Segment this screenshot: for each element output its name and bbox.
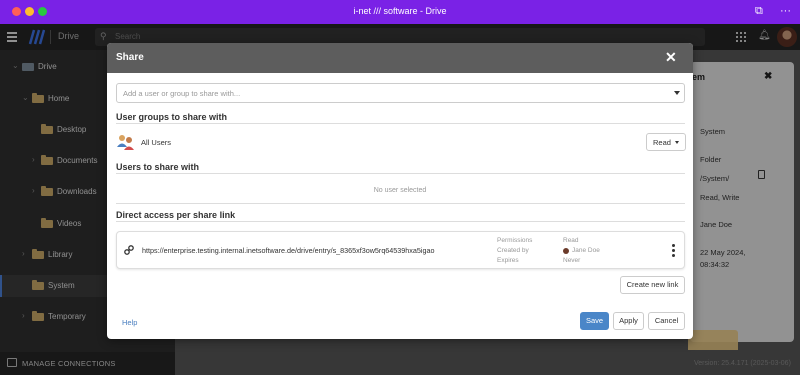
apply-button[interactable]: Apply bbox=[613, 312, 644, 330]
save-button[interactable]: Save bbox=[580, 312, 609, 330]
more-icon[interactable]: ··· bbox=[780, 5, 791, 17]
direct-access-heading: Direct access per share link bbox=[116, 210, 236, 220]
created-by-value: Jane Doe bbox=[572, 247, 600, 254]
group-name: All Users bbox=[141, 138, 172, 147]
window-titlebar: i-net /// software - Drive ⧉ ··· bbox=[0, 0, 800, 24]
share-link-card: https://enterprise.testing.internal.inet… bbox=[116, 231, 685, 269]
owner-avatar bbox=[563, 248, 569, 254]
chevron-down-icon[interactable] bbox=[674, 91, 680, 95]
create-new-link-button[interactable]: Create new link bbox=[620, 276, 685, 294]
section-divider bbox=[116, 221, 685, 222]
user-group-icon bbox=[117, 135, 134, 150]
share-with-placeholder: Add a user or group to share with... bbox=[123, 89, 241, 98]
share-dialog: Share ✕ Add a user or group to share wit… bbox=[107, 43, 693, 339]
close-icon[interactable]: ✕ bbox=[665, 49, 677, 65]
permissions-label: Permissions bbox=[497, 237, 533, 244]
window-title: i-net /// software - Drive bbox=[353, 6, 447, 16]
expires-label: Expires bbox=[497, 257, 519, 264]
section-divider bbox=[116, 173, 685, 174]
cast-icon[interactable]: ⧉ bbox=[755, 5, 763, 17]
created-by-label: Created by bbox=[497, 247, 529, 254]
link-icon bbox=[124, 245, 134, 255]
help-link[interactable]: Help bbox=[122, 318, 137, 327]
share-link-url[interactable]: https://enterprise.testing.internal.inet… bbox=[142, 246, 434, 255]
no-user-message: No user selected bbox=[373, 187, 427, 194]
share-with-input[interactable]: Add a user or group to share with... bbox=[116, 83, 685, 103]
permissions-value: Read bbox=[563, 237, 579, 244]
dialog-title: Share bbox=[116, 52, 144, 63]
cancel-button[interactable]: Cancel bbox=[648, 312, 685, 330]
section-divider bbox=[116, 203, 685, 204]
permission-value: Read bbox=[653, 138, 671, 147]
link-options-menu-icon[interactable] bbox=[672, 244, 676, 258]
user-groups-heading: User groups to share with bbox=[116, 112, 228, 122]
section-divider bbox=[116, 123, 685, 124]
expires-value: Never bbox=[563, 257, 581, 264]
group-permission-select[interactable]: Read bbox=[646, 133, 686, 151]
chevron-down-icon bbox=[675, 141, 679, 144]
users-heading: Users to share with bbox=[116, 162, 200, 172]
dialog-header: Share ✕ bbox=[107, 43, 693, 73]
